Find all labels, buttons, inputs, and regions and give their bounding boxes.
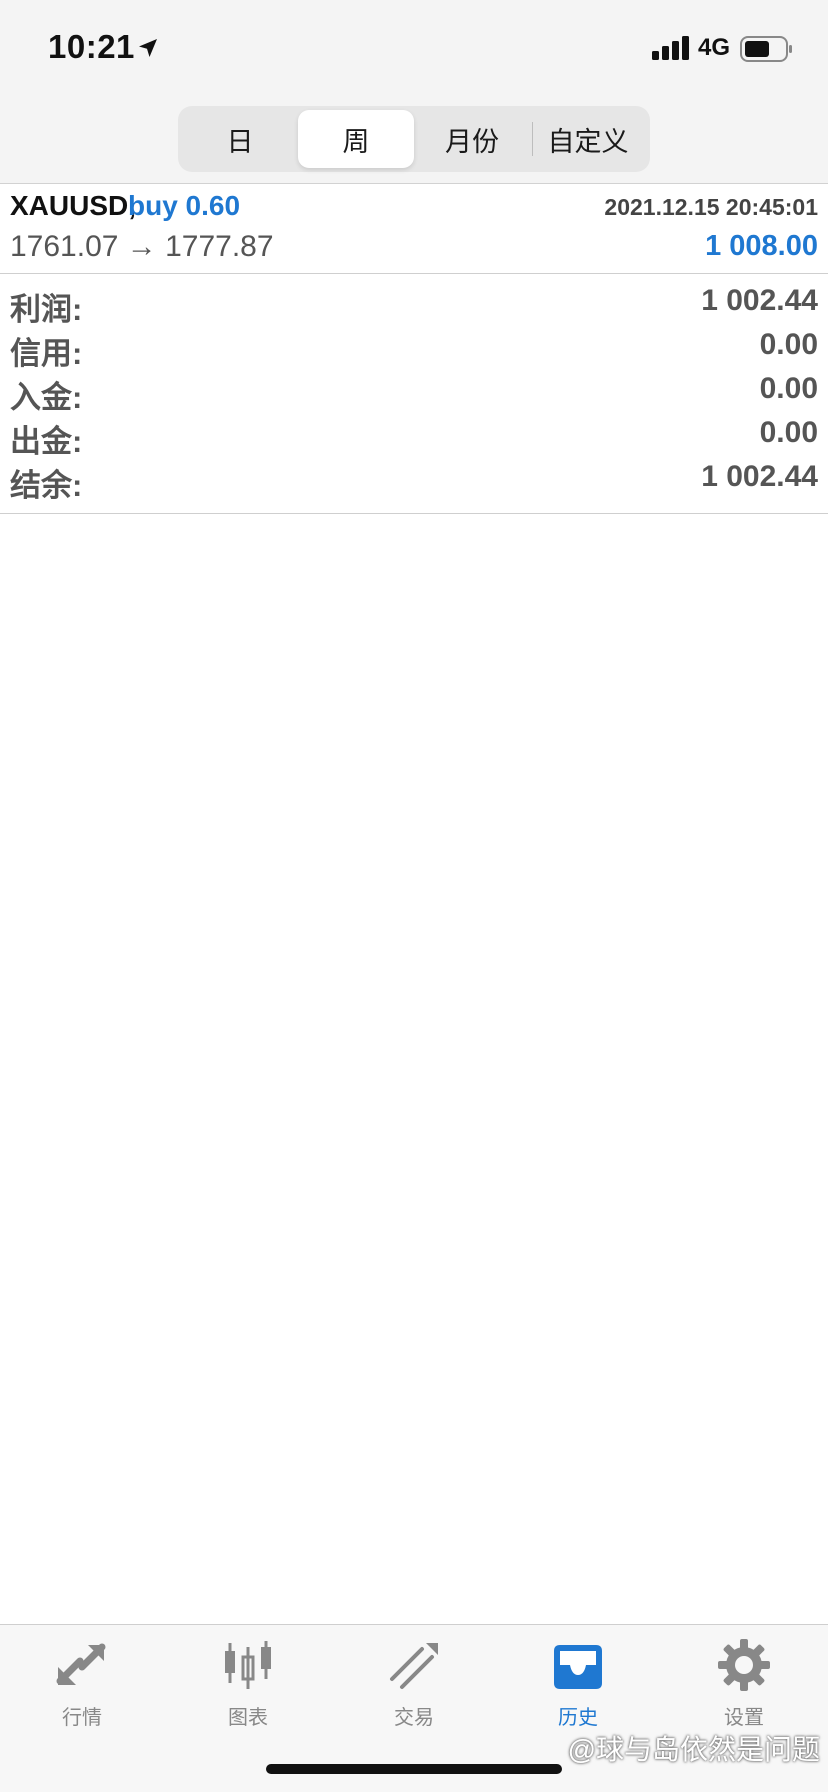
network-label: 4G <box>698 34 731 61</box>
period-tab-month[interactable]: 月份 <box>414 110 530 168</box>
summary-row-profit: 利润: 1 002.44 <box>0 284 828 328</box>
period-tab-label: 日 <box>226 126 254 157</box>
signal-bars-icon <box>652 36 689 60</box>
tab-trade[interactable]: 交易 <box>354 1637 474 1737</box>
tab-charts[interactable]: 图表 <box>188 1637 308 1737</box>
watermark-text: @球与岛依然是问题 <box>567 1734 820 1765</box>
summary-label: 出金: <box>10 424 83 459</box>
tab-label: 行情 <box>62 1707 102 1729</box>
trade-symbol: XAUUSD, <box>10 190 137 221</box>
trade-icon <box>390 1643 438 1689</box>
summary-value: 1 002.44 <box>701 284 818 317</box>
trade-prices: 1761.07 → 1777.87 <box>10 230 274 263</box>
battery-icon <box>740 36 792 62</box>
period-tab-label: 月份 <box>445 126 499 157</box>
summary-value: 0.00 <box>759 372 818 405</box>
period-tab-week[interactable]: 周 <box>298 110 414 168</box>
summary-value: 1 002.44 <box>701 460 818 493</box>
summary-label: 入金: <box>10 380 83 415</box>
tab-quotes[interactable]: 行情 <box>22 1637 142 1737</box>
trade-row[interactable]: XAUUSD, buy 0.60 2021.12.15 20:45:01 176… <box>0 184 828 274</box>
location-arrow-icon <box>139 39 157 57</box>
segment-divider <box>532 122 533 156</box>
summary-value: 0.00 <box>759 416 818 449</box>
summary-value: 0.00 <box>759 328 818 361</box>
chart-icon <box>225 1641 271 1689</box>
summary-row-withdrawal: 出金: 0.00 <box>0 416 828 460</box>
period-tab-label: 自定义 <box>547 126 629 157</box>
period-tab-day[interactable]: 日 <box>182 110 298 168</box>
summary-label: 信用: <box>10 336 83 371</box>
period-tab-custom[interactable]: 自定义 <box>530 110 646 168</box>
history-icon <box>554 1645 602 1689</box>
tab-label: 交易 <box>394 1707 434 1729</box>
tab-history[interactable]: 历史 <box>518 1637 638 1737</box>
tab-label: 设置 <box>724 1707 764 1729</box>
summary-label: 利润: <box>10 292 83 327</box>
trade-side: buy 0.60 <box>128 190 241 221</box>
quotes-icon <box>56 1643 106 1685</box>
tab-label: 历史 <box>558 1707 598 1729</box>
status-time: 10:21 <box>48 28 135 65</box>
summary-row-credit: 信用: 0.00 <box>0 328 828 372</box>
tab-settings[interactable]: 设置 <box>684 1637 804 1737</box>
trade-profit: 1 008.00 <box>705 230 818 262</box>
tab-label: 图表 <box>228 1707 268 1729</box>
home-indicator[interactable] <box>266 1764 562 1774</box>
trade-time: 2021.12.15 20:45:01 <box>604 194 818 220</box>
summary-row-balance: 结余: 1 002.44 <box>0 460 828 504</box>
history-summary: 利润: 1 002.44 信用: 0.00 入金: 0.00 出金: 0.00 … <box>0 274 828 514</box>
period-tab-label: 周 <box>342 126 370 157</box>
summary-label: 结余: <box>10 468 83 503</box>
period-segmented-control: 日 周 月份 自定义 <box>178 106 650 172</box>
header-area: 10:21 4G 日 周 月份 自定义 <box>0 0 828 184</box>
summary-row-deposit: 入金: 0.00 <box>0 372 828 416</box>
settings-icon <box>718 1639 770 1691</box>
